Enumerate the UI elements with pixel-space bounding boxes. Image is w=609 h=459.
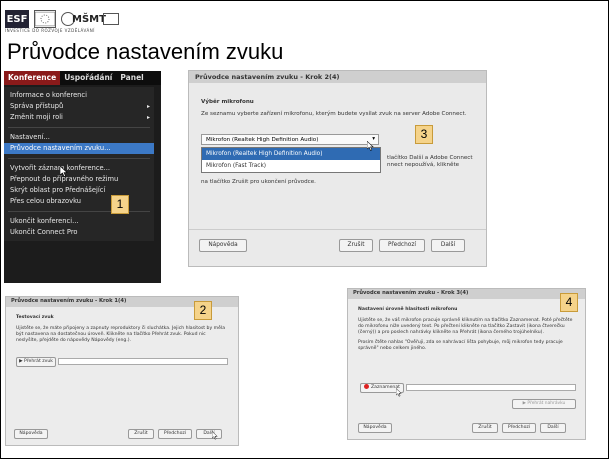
eu-flag-logo: [34, 10, 56, 28]
next-button[interactable]: Další: [540, 423, 566, 433]
logo-caption: INVESTICE DO ROZVOJE VZDĚLÁVÁNÍ: [5, 28, 95, 33]
intro-text: Ze seznamu vyberte zařízení mikrofonu, k…: [201, 111, 467, 117]
submenu-arrow-icon: ▸: [146, 103, 150, 110]
menu-item-label: Nastavení...: [10, 133, 50, 141]
wizard-step3-screenshot: Průvodce nastavením zvuku - Krok 3(4) Na…: [347, 288, 586, 440]
menu-item-ukoncit-konferenci[interactable]: Ukončit konferenci...: [4, 216, 154, 227]
menu-item-pruvodce-zvuku[interactable]: Průvodce nastavením zvuku...: [4, 143, 154, 154]
mouse-cursor-icon: [366, 140, 374, 154]
wizard-step2-screenshot: Průvodce nastavením zvuku - Krok 2(4) Vý…: [188, 70, 487, 267]
menu-item-skryt-oblast[interactable]: Skrýt oblast pro Přednášející: [4, 185, 154, 196]
option-realtek[interactable]: Mikrofon (Realtek High Definition Audio): [202, 148, 380, 160]
menu-item-sprava-pristupu[interactable]: Správa přístupů ▸: [4, 101, 154, 112]
dialog-title: Průvodce nastavením zvuku - Krok 2(4): [189, 71, 486, 83]
section-heading: Nastavení úrovně hlasitosti mikrofonu: [358, 307, 458, 312]
menu-usporadani[interactable]: Uspořádání: [60, 71, 116, 85]
help-button[interactable]: Nápověda: [358, 423, 392, 433]
next-button[interactable]: Další: [196, 429, 222, 439]
mouse-cursor-icon: [395, 387, 402, 400]
cancel-button[interactable]: Zrušit: [339, 239, 373, 252]
menu-item-label: Informace o konferenci: [10, 91, 87, 99]
play-recording-button[interactable]: ▶ Přehrát nahrávku: [512, 399, 576, 409]
mouse-cursor-icon: [59, 165, 68, 180]
menu-item-label: Ukončit konferenci...: [10, 217, 79, 225]
play-sound-button[interactable]: ▶ Přehrát zvuk: [16, 357, 56, 367]
quote-text: Prosím čtěte nahlas "Ověřuji, zda se nah…: [358, 340, 563, 351]
menu-item-informace[interactable]: Informace o konferenci: [4, 90, 154, 101]
submenu-arrow-icon: ▸: [146, 114, 150, 121]
esf-logo: ESF: [5, 10, 29, 28]
help-button[interactable]: Nápověda: [14, 429, 48, 439]
menu-item-label: Skrýt oblast pro Přednášející: [10, 186, 106, 194]
microphone-dropdown: Mikrofon (Realtek High Definition Audio)…: [201, 147, 381, 173]
menu-item-ukoncit-connect[interactable]: Ukončit Connect Pro: [4, 227, 154, 238]
cancel-button[interactable]: Zrušit: [472, 423, 498, 433]
instruction-text-right: tlačítko Další a Adobe Connect nnect nep…: [387, 155, 473, 168]
menubar: Konference Uspořádání Panel: [4, 71, 161, 85]
menu-item-vytvorit-zaznam[interactable]: Vytvořit záznam konference...: [4, 163, 154, 174]
microphone-select[interactable]: Mikrofon (Realtek High Definition Audio)…: [201, 134, 379, 145]
option-fast-track[interactable]: Mikrofon (Fast Track): [202, 160, 380, 172]
op-logo: [103, 13, 119, 25]
step-badge-2: 2: [194, 301, 212, 320]
menu-item-zmenit-roli[interactable]: Změnit moji roli ▸: [4, 112, 154, 123]
slide-title: Průvodce nastavením zvuku: [7, 39, 284, 64]
body-text: Ujistěte se, že máte připojeny a zapnuty…: [16, 326, 226, 343]
step-badge-3: 3: [415, 125, 433, 144]
step-badge-1: 1: [111, 195, 129, 214]
menu-item-nastaveni[interactable]: Nastavení...: [4, 132, 154, 143]
dialog-body: Nastavení úrovně hlasitosti mikrofonu Uj…: [358, 307, 576, 352]
dialog-title: Průvodce nastavením zvuku - Krok 3(4): [348, 289, 585, 299]
menu-item-label: Průvodce nastavením zvuku...: [10, 144, 111, 152]
sound-level-bar: [58, 358, 228, 365]
footer-divider: [189, 229, 486, 230]
menu-panel[interactable]: Panel: [116, 71, 147, 85]
menu-item-label: Přes celou obrazovku: [10, 197, 81, 205]
section-heading: Výběr mikrofonu: [201, 99, 254, 105]
mouse-cursor-icon: [211, 430, 218, 443]
menu-item-label: Ukončit Connect Pro: [10, 228, 78, 236]
record-icon: [364, 384, 370, 389]
cancel-button[interactable]: Zrušit: [128, 429, 154, 439]
help-button[interactable]: Nápověda: [199, 239, 247, 252]
back-button[interactable]: Předchozí: [379, 239, 425, 252]
dialog-body: Výběr mikrofonu Ze seznamu vyberte zaříz…: [189, 83, 486, 124]
instruction-text-left: na tlačítko Zrušit pro ukončení průvodce…: [201, 179, 316, 185]
body-text: Ujistěte se, že váš mikrofon pracuje spr…: [358, 318, 573, 335]
conference-menu-screenshot: Konference Uspořádání Panel Informace o …: [4, 71, 161, 283]
menu-item-label: Změnit moji roli: [10, 113, 63, 121]
next-button[interactable]: Další: [431, 239, 465, 252]
msmt-logo: MŠMT: [72, 13, 106, 25]
select-value: Mikrofon (Realtek High Definition Audio): [206, 137, 319, 143]
menu-separator: [8, 158, 150, 159]
slide: ESF MŠMT INVESTICE DO ROZVOJE VZDĚLÁVÁNÍ…: [0, 0, 609, 459]
menu-item-label: Správa přístupů: [10, 102, 64, 110]
menu-konference[interactable]: Konference: [4, 71, 61, 85]
back-button[interactable]: Předchozí: [158, 429, 192, 439]
menu-item-cela-obrazovka[interactable]: Přes celou obrazovku: [4, 196, 154, 207]
back-button[interactable]: Předchozí: [502, 423, 536, 433]
menu-item-pripravny-rezim[interactable]: Přepnout do přípravného režimu: [4, 174, 154, 185]
conference-menu: Informace o konferenci Správa přístupů ▸ …: [4, 87, 154, 241]
step-badge-4: 4: [560, 293, 578, 312]
mic-level-bar: [406, 384, 576, 391]
menu-separator: [8, 127, 150, 128]
